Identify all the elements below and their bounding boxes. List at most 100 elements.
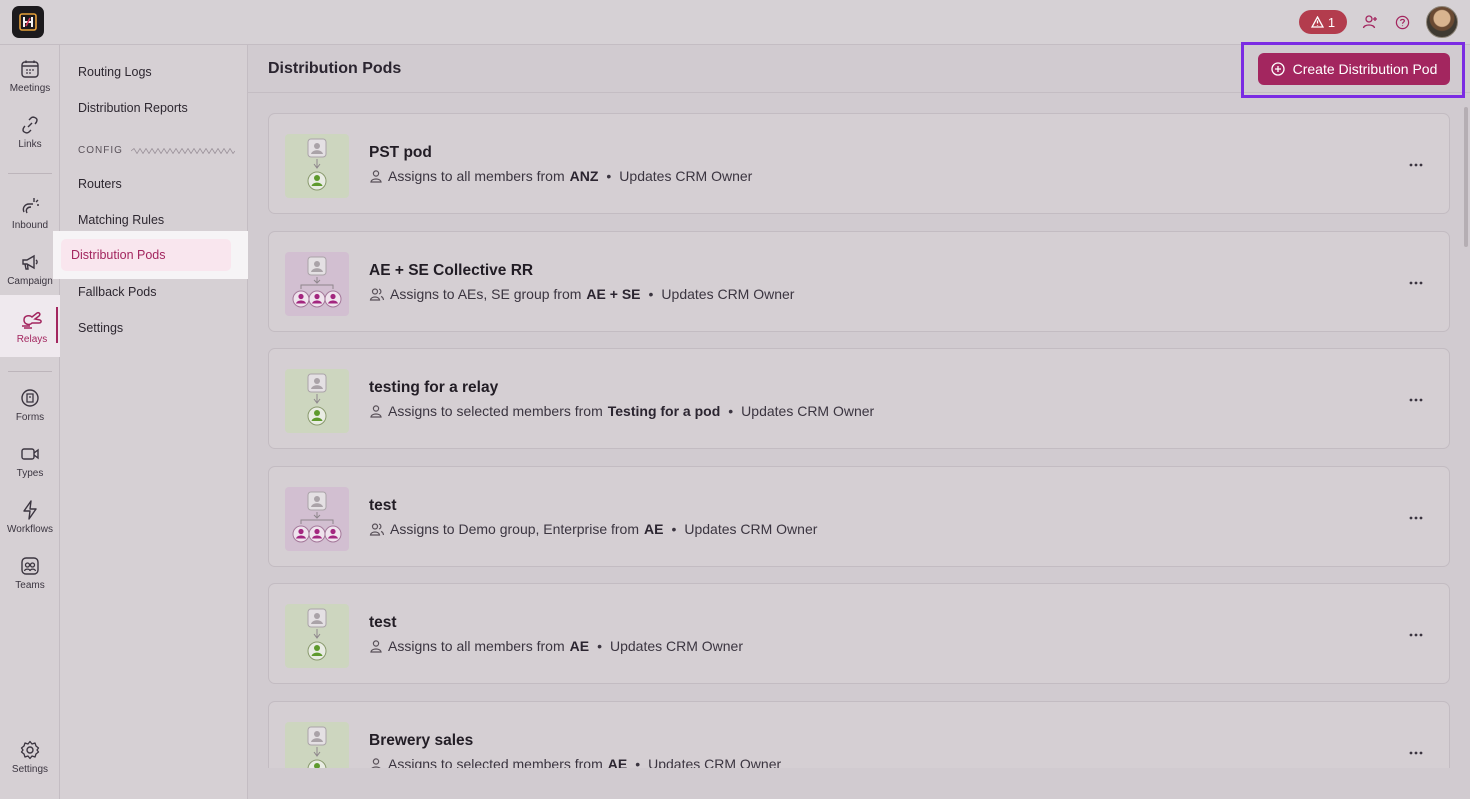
nav-teams[interactable]: Teams	[0, 547, 60, 599]
add-user-button[interactable]	[1361, 13, 1379, 31]
pod-updates-text: Updates CRM Owner	[619, 168, 753, 184]
pod-description: Assigns to AEs, SE group from AE + SE • Upd…	[369, 286, 794, 302]
separator-dot: •	[606, 168, 612, 184]
single-assign-icon	[307, 138, 327, 191]
separator-dot: •	[597, 638, 602, 654]
gear-icon	[20, 740, 40, 759]
pod-title[interactable]: AE + SE Collective RR	[369, 262, 533, 280]
nav-relays[interactable]: Relays	[0, 295, 64, 357]
user-avatar[interactable]	[1426, 6, 1458, 38]
nav-types-label: Types	[16, 467, 44, 479]
separator-dot: •	[728, 403, 734, 419]
submenu-fallback-pods[interactable]: Fallback Pods	[78, 285, 157, 299]
top-bar: 1	[0, 0, 1470, 45]
alerts-badge[interactable]: 1	[1299, 10, 1347, 34]
single-assign-icon	[307, 726, 327, 768]
relay-icon	[22, 311, 42, 329]
nav-forms[interactable]: Forms	[0, 379, 60, 431]
pod-title[interactable]: test	[369, 614, 397, 632]
pod-title[interactable]: testing for a relay	[369, 379, 498, 397]
nav-settings[interactable]: Settings	[0, 731, 60, 783]
pod-title[interactable]: Brewery sales	[369, 732, 473, 750]
pod-card[interactable]: testing for a relay Assigns to selected m…	[268, 348, 1450, 449]
pod-group-name: ANZ	[569, 168, 599, 184]
inbound-icon	[22, 197, 39, 213]
nav-forms-label: Forms	[15, 411, 45, 423]
pod-description: Assigns to Demo group, Enterprise from AE…	[369, 521, 817, 537]
submenu-routers[interactable]: Routers	[78, 177, 122, 191]
main-content: Distribution Pods Create Distribution Po…	[248, 42, 1470, 799]
pod-assign-text: Assigns to Demo group, Enterprise from	[390, 520, 639, 537]
help-button[interactable]	[1393, 13, 1411, 31]
more-options-button[interactable]	[1409, 389, 1423, 407]
more-options-button[interactable]	[1409, 624, 1423, 642]
config-section-label: CONFIG	[78, 145, 123, 156]
nav-links[interactable]: Links	[0, 106, 60, 158]
help-icon	[1395, 15, 1409, 29]
logo-icon	[19, 13, 37, 31]
pod-assign-text: Assigns to selected members from	[388, 755, 603, 769]
nav-types[interactable]: Types	[0, 435, 60, 487]
user-icon	[370, 640, 382, 653]
users-icon	[369, 287, 385, 301]
nav-meetings[interactable]: Meetings	[0, 50, 60, 102]
submenu-routing-logs[interactable]: Routing Logs	[78, 65, 152, 79]
ellipsis-icon	[1409, 751, 1423, 754]
pod-thumbnail	[285, 134, 349, 198]
pod-title[interactable]: test	[369, 497, 397, 515]
relays-submenu: Routing Logs Distribution Reports CONFIG…	[53, 45, 253, 799]
nav-workflows[interactable]: Workflows	[0, 491, 60, 543]
nav-inbound[interactable]: Inbound	[0, 187, 60, 239]
pod-card[interactable]: AE + SE Collective RR Assigns to AEs, SE …	[268, 230, 1450, 332]
pod-card[interactable]: Brewery sales Assigns to selected members…	[268, 700, 1450, 769]
pod-thumbnail	[285, 721, 349, 768]
multi-assign-icon	[292, 256, 342, 307]
page-header: Distribution Pods Create Distribution Po…	[248, 42, 1470, 98]
pod-card[interactable]: test Assigns to Demo group, Enterprise fr…	[268, 465, 1450, 567]
more-options-button[interactable]	[1409, 742, 1423, 760]
pod-description: Assigns to selected members from AE • Updat…	[369, 755, 781, 769]
teams-icon	[21, 556, 39, 575]
add-user-icon	[1362, 15, 1377, 29]
pod-thumbnail	[285, 604, 349, 668]
ellipsis-icon	[1409, 633, 1423, 637]
ellipsis-icon	[1409, 398, 1423, 402]
app-logo[interactable]	[12, 6, 44, 38]
submenu-matching-rules[interactable]: Matching Rules	[78, 213, 164, 227]
user-icon	[370, 405, 382, 418]
more-options-button[interactable]	[1409, 507, 1423, 525]
pod-updates-text: Updates CRM Owner	[609, 638, 744, 654]
single-assign-icon	[307, 608, 327, 661]
separator-dot: •	[648, 285, 654, 302]
pod-updates-text: Updates CRM Owner	[661, 285, 795, 302]
pod-title[interactable]: PST pod	[369, 144, 432, 162]
users-icon	[369, 522, 385, 536]
pod-group-name: AE + SE	[586, 285, 641, 302]
calendar-icon	[21, 60, 39, 78]
submenu-distribution-pods[interactable]: Distribution Pods	[61, 239, 231, 271]
ellipsis-icon	[1409, 163, 1423, 167]
pod-assign-text: Assigns to all members from	[388, 168, 565, 184]
submenu-distribution-reports[interactable]: Distribution Reports	[78, 101, 188, 115]
pod-thumbnail	[285, 251, 349, 316]
pods-list: PST pod Assigns to all members from ANZ • Up…	[268, 113, 1450, 768]
warning-icon	[1310, 16, 1324, 28]
pod-thumbnail	[285, 369, 349, 433]
multi-assign-icon	[292, 491, 342, 542]
pod-thumbnail	[285, 486, 349, 551]
nav-workflows-label: Workflows	[7, 523, 53, 535]
create-button-label: Create Distribution Pod	[1292, 61, 1438, 77]
nav-divider	[8, 371, 52, 372]
nav-inbound-label: Inbound	[11, 219, 49, 231]
forms-icon	[21, 388, 39, 407]
nav-campaign[interactable]: Campaign	[0, 243, 60, 295]
more-options-button[interactable]	[1409, 272, 1423, 290]
more-options-button[interactable]	[1409, 154, 1423, 172]
pod-group-name: AE	[607, 755, 628, 769]
pod-card[interactable]: PST pod Assigns to all members from ANZ • Up…	[268, 113, 1450, 214]
scrollbar[interactable]	[1464, 107, 1468, 247]
submenu-settings[interactable]: Settings	[78, 321, 123, 335]
create-distribution-pod-button[interactable]: Create Distribution Pod	[1258, 53, 1450, 85]
pod-card[interactable]: test Assigns to all members from AE • Update…	[268, 583, 1450, 684]
user-icon	[370, 757, 382, 768]
